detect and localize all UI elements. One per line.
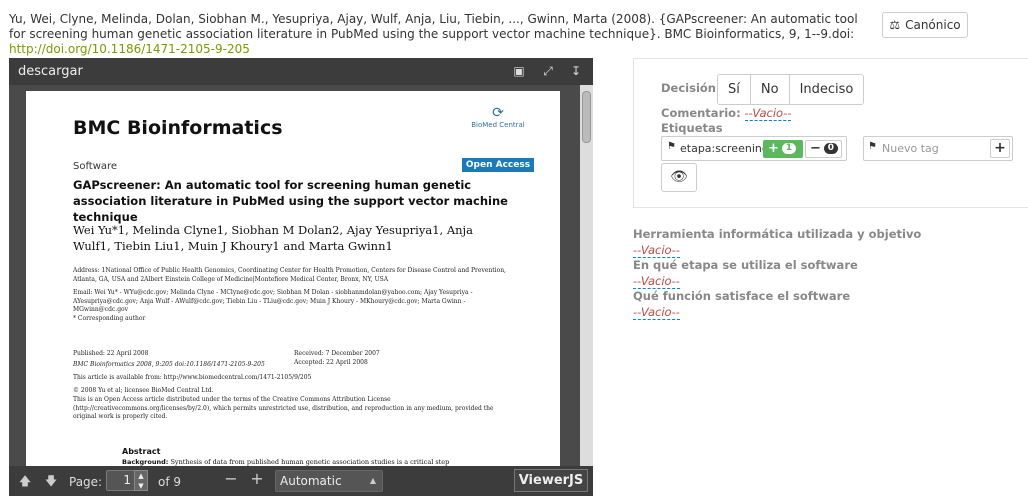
presentation-icon[interactable]: ▣ bbox=[512, 64, 526, 78]
page-spinner[interactable]: ▲ ▼ bbox=[134, 470, 148, 491]
viewer-title: descargar bbox=[18, 64, 83, 79]
tag-upvote-button[interactable]: +1 bbox=[763, 140, 803, 158]
viewer-scroll-thumb[interactable] bbox=[582, 91, 591, 143]
comment-value[interactable]: --Vacio-- bbox=[744, 106, 792, 121]
tag-downvote-count: 0 bbox=[823, 143, 838, 154]
scale-icon: ⚖ bbox=[889, 18, 901, 32]
decision-undecided-button[interactable]: Indeciso bbox=[789, 75, 864, 104]
arrow-up-icon[interactable]: 🡅 bbox=[18, 474, 32, 488]
viewer-titlebar: descargar ▣ ⤢ ↧ bbox=[9, 58, 593, 85]
page-label: Page: bbox=[69, 475, 103, 489]
decision-panel: Decisión Sí No Indeciso Comentario: --Va… bbox=[633, 58, 1028, 208]
comment-label: Comentario: bbox=[661, 106, 741, 120]
pdf-abstract-bg-label: Background: bbox=[122, 458, 169, 466]
decision-yes-button[interactable]: Sí bbox=[718, 75, 751, 104]
pdf-journal: BMC Bioinformatics bbox=[73, 117, 283, 139]
pdf-corresponding: * Corresponding author bbox=[73, 315, 146, 322]
canon-button[interactable]: ⚖ Canónico bbox=[882, 12, 968, 38]
pdf-received: Received: 7 December 2007 bbox=[294, 350, 380, 357]
pdf-authors: Wei Yu*1, Melinda Clyne1, Siobhan M Dola… bbox=[73, 223, 473, 253]
zoom-out-button[interactable]: − bbox=[223, 471, 239, 488]
doi-link[interactable]: http://doi.org/10.1186/1471-2105-9-205 bbox=[9, 42, 250, 56]
pdf-address: Address: 1National Office of Public Heal… bbox=[73, 267, 506, 283]
zoom-select-value: Automatic bbox=[280, 474, 342, 488]
page-count: of 9 bbox=[158, 475, 182, 489]
pdf-title: GAPscreener: An automatic tool for scree… bbox=[73, 178, 508, 224]
biomed-logo: ⟳ BioMed Central bbox=[468, 105, 528, 129]
fullscreen-icon[interactable]: ⤢ bbox=[541, 64, 555, 78]
pdf-viewer: descargar ▣ ⤢ ↧ BMC Bioinformatics ⟳ Bio… bbox=[9, 58, 593, 496]
plus-icon: + bbox=[768, 141, 779, 156]
pdf-abstract-bg: Synthesis of data from published human g… bbox=[170, 458, 450, 466]
tags-label: Etiquetas bbox=[661, 121, 723, 135]
page-input[interactable]: 1 bbox=[106, 470, 136, 491]
tag-downvote-button[interactable]: −0 bbox=[805, 140, 842, 158]
decision-label: Decisión bbox=[661, 81, 716, 95]
tag-upvote-count: 1 bbox=[781, 143, 796, 154]
minus-icon: − bbox=[810, 141, 821, 156]
pdf-published: Published: 22 April 2008 bbox=[73, 350, 149, 357]
field-label: Herramienta informática utilizada y obje… bbox=[633, 227, 922, 241]
decision-button-group: Sí No Indeciso bbox=[717, 74, 865, 105]
field-label: En qué etapa se utiliza el software bbox=[633, 258, 858, 272]
pdf-license: This is an Open Access article distribut… bbox=[73, 396, 494, 420]
viewer-toolbar: 🡅 🡇 Page: 1 ▲▼ of 9 − + Automatic ▲▼ Vie… bbox=[9, 466, 593, 496]
viewerjs-button[interactable]: ViewerJS bbox=[514, 469, 588, 492]
pdf-page: BMC Bioinformatics ⟳ BioMed Central Soft… bbox=[26, 91, 560, 496]
eye-button[interactable]: 👁 bbox=[661, 163, 697, 192]
zoom-select[interactable]: Automatic ▲▼ bbox=[275, 470, 383, 492]
canon-button-label: Canónico bbox=[905, 18, 961, 32]
field-value[interactable]: --Vacio-- bbox=[633, 242, 680, 258]
field-label: Qué función satisface el software bbox=[633, 289, 851, 303]
new-tag-field[interactable]: ⚑ Nuevo tag + bbox=[863, 136, 1013, 161]
download-icon[interactable]: ↧ bbox=[569, 64, 583, 78]
tag-icon: ⚑ bbox=[667, 141, 676, 152]
arrow-down-icon[interactable]: 🡇 bbox=[44, 474, 58, 488]
comment-row: Comentario: --Vacio-- bbox=[661, 106, 792, 121]
pdf-section: Software bbox=[73, 161, 118, 172]
field-list: Herramienta informática utilizada y obje… bbox=[633, 227, 921, 320]
zoom-in-button[interactable]: + bbox=[249, 471, 265, 488]
biomed-text: BioMed Central bbox=[471, 121, 525, 129]
tag-name: etapa:screening bbox=[680, 142, 769, 155]
field-value[interactable]: --Vacio-- bbox=[633, 273, 680, 289]
pdf-abstract: Background: Synthesis of data from publi… bbox=[122, 458, 462, 466]
pdf-abstract-heading: Abstract bbox=[122, 447, 161, 456]
decision-no-button[interactable]: No bbox=[750, 75, 790, 104]
pdf-citation-line: BMC Bioinformatics 2008, 9:205 doi:10.11… bbox=[73, 361, 265, 368]
pdf-accepted: Accepted: 22 April 2008 bbox=[294, 359, 368, 366]
add-tag-button[interactable]: + bbox=[990, 139, 1010, 158]
viewer-scrollbar[interactable] bbox=[580, 85, 593, 496]
open-access-badge: Open Access bbox=[462, 158, 534, 172]
citation: Yu, Wei, Clyne, Melinda, Dolan, Siobhan … bbox=[9, 12, 859, 57]
eye-icon: 👁 bbox=[670, 169, 688, 185]
pdf-email: Email: Wei Yu* - WYu@cdc.gov; Melinda Cl… bbox=[73, 289, 473, 313]
pdf-copyright: © 2008 Yu et al; licensee BioMed Central… bbox=[73, 387, 214, 394]
citation-text: Yu, Wei, Clyne, Melinda, Dolan, Siobhan … bbox=[9, 12, 858, 41]
pdf-available: This article is available from: http://w… bbox=[73, 374, 312, 381]
tag-item: ⚑ etapa:screening +1 −0 bbox=[661, 136, 847, 161]
chevron-updown-icon: ▲▼ bbox=[369, 476, 376, 485]
new-tag-placeholder: Nuevo tag bbox=[882, 142, 939, 155]
field-value[interactable]: --Vacio-- bbox=[633, 304, 680, 320]
biomed-swirl-icon: ⟳ bbox=[492, 105, 504, 121]
tag-icon: ⚑ bbox=[868, 141, 877, 152]
